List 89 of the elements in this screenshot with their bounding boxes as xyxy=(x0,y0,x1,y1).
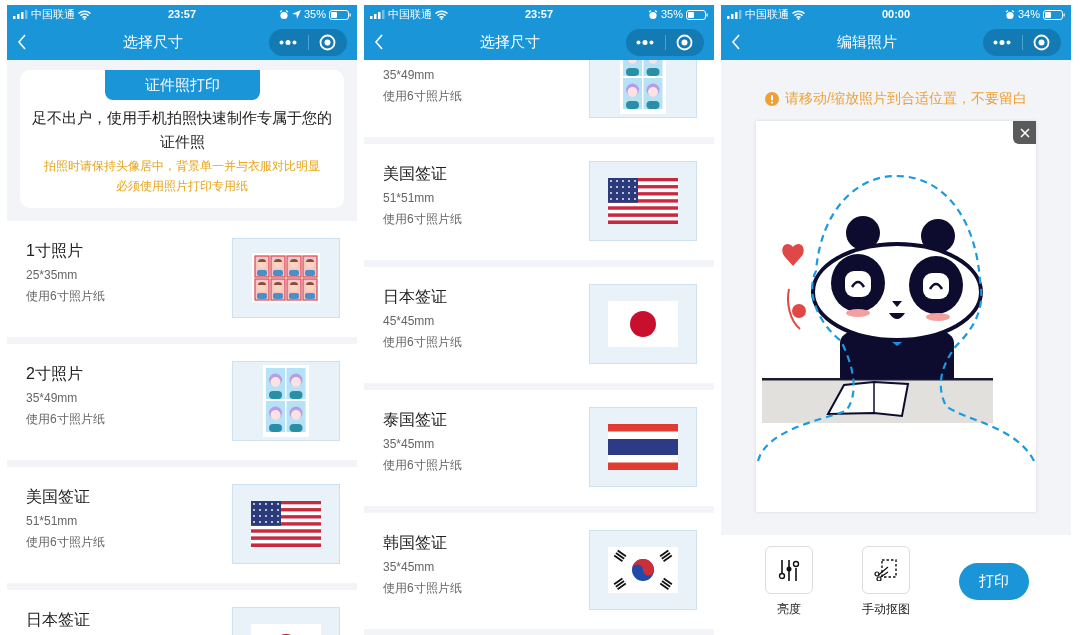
paper-note: 使用6寸照片纸 xyxy=(383,211,462,228)
paper-note: 使用6寸照片纸 xyxy=(383,580,462,597)
page-title: 编辑照片 xyxy=(836,31,898,52)
target-icon xyxy=(676,33,694,51)
wifi-icon xyxy=(792,9,805,20)
battery-icon xyxy=(686,9,708,20)
scissors-crop-icon xyxy=(874,559,898,581)
location-arrow-icon xyxy=(292,10,301,19)
wifi-icon xyxy=(435,9,448,20)
clock-time: 00:00 xyxy=(881,7,911,23)
paper-note: 使用6寸照片纸 xyxy=(383,457,462,474)
battery-icon xyxy=(1043,9,1065,20)
photo-sheet-drawing xyxy=(620,60,666,114)
flag-drawing xyxy=(608,301,678,347)
paper-note: 使用6寸照片纸 xyxy=(26,288,105,305)
list-row[interactable]: 泰国签证 35*45mm 使用6寸照片纸 xyxy=(364,390,714,506)
carrier-name: 中国联通 xyxy=(745,7,789,23)
battery-percent: 35% xyxy=(661,7,683,23)
back-icon xyxy=(374,34,384,50)
size-dimensions: 25*35mm xyxy=(26,267,79,284)
tool-label: 亮度 xyxy=(777,601,801,618)
photo-sheet-drawing xyxy=(263,365,309,437)
flag-drawing xyxy=(608,178,678,224)
size-dimensions: 35*49mm xyxy=(26,390,79,407)
size-title: 日本签证 xyxy=(383,287,448,307)
list-row[interactable]: 日本签证 xyxy=(7,590,357,635)
sliders-icon xyxy=(778,559,800,581)
list-row[interactable]: 日本签证 45*45mm 使用6寸照片纸 xyxy=(364,267,714,383)
size-title: 1寸照片 xyxy=(26,241,84,261)
photo-frame[interactable] xyxy=(756,121,1036,512)
size-dimensions: 35*45mm xyxy=(383,436,436,453)
note-line: 拍照时请保持头像居中，背景单一并与衣服对比明显 xyxy=(44,158,320,175)
size-dimensions: 35*49mm xyxy=(383,67,436,84)
alarm-icon xyxy=(279,9,289,20)
paper-note: 使用6寸照片纸 xyxy=(26,534,105,551)
close-icon xyxy=(1019,127,1030,138)
paper-note: 使用6寸照片纸 xyxy=(383,334,462,351)
carrier-name: 中国联通 xyxy=(31,7,75,23)
target-icon xyxy=(1033,33,1051,51)
battery-percent: 34% xyxy=(1018,7,1040,23)
more-icon xyxy=(993,39,1012,45)
signal-icon xyxy=(727,10,742,19)
back-icon xyxy=(17,34,27,50)
paper-note: 使用6寸照片纸 xyxy=(26,411,105,428)
back-icon xyxy=(731,34,741,50)
list-row[interactable]: 35*49mm 使用6寸照片纸 xyxy=(364,60,714,137)
size-dimensions: 51*51mm xyxy=(383,190,436,207)
size-title: 美国签证 xyxy=(383,164,448,184)
list-row[interactable]: 1寸照片 25*35mm 使用6寸照片纸 xyxy=(7,221,357,337)
target-icon xyxy=(319,33,337,51)
battery-icon xyxy=(329,9,351,20)
paper-note: 使用6寸照片纸 xyxy=(383,88,462,105)
battery-percent: 35% xyxy=(304,7,326,23)
flag-drawing xyxy=(608,424,678,470)
size-title: 泰国签证 xyxy=(383,410,448,430)
tool-button[interactable] xyxy=(862,546,910,594)
size-title: 2寸照片 xyxy=(26,364,84,384)
note-line: 必须使用照片打印专用纸 xyxy=(116,178,248,195)
flag-drawing xyxy=(608,547,678,593)
signal-icon xyxy=(370,10,385,19)
alarm-icon xyxy=(1005,9,1015,20)
close-button[interactable] xyxy=(1013,121,1036,144)
carrier-name: 中国联通 xyxy=(388,7,432,23)
tool-button[interactable] xyxy=(765,546,813,594)
flag-drawing xyxy=(251,501,321,547)
size-title: 韩国签证 xyxy=(383,533,448,553)
tool-label: 手动抠图 xyxy=(862,601,910,618)
size-dimensions: 51*51mm xyxy=(26,513,79,530)
more-icon xyxy=(279,39,298,45)
more-icon xyxy=(636,39,655,45)
size-dimensions: 35*45mm xyxy=(383,559,436,576)
warning-icon xyxy=(765,91,780,106)
signal-icon xyxy=(13,10,28,19)
page-title: 选择尺寸 xyxy=(479,31,541,52)
page-title: 选择尺寸 xyxy=(122,31,184,52)
list-row[interactable]: 美国签证 51*51mm 使用6寸照片纸 xyxy=(364,144,714,260)
clock-time: 23:57 xyxy=(167,7,197,23)
intro-text: 足不出户，使用手机拍照快速制作专属于您的证件照 xyxy=(31,108,333,152)
alarm-icon xyxy=(648,9,658,20)
size-title: 日本签证 xyxy=(26,610,90,630)
list-row[interactable]: 韩国签证 35*45mm 使用6寸照片纸 xyxy=(364,513,714,629)
clock-time: 23:57 xyxy=(524,7,554,23)
wifi-icon xyxy=(78,9,91,20)
photo-sheet-drawing xyxy=(252,253,320,303)
list-row[interactable]: 美国签证 51*51mm 使用6寸照片纸 xyxy=(7,467,357,583)
size-dimensions: 45*45mm xyxy=(383,313,436,330)
list-row[interactable]: 2寸照片 35*49mm 使用6寸照片纸 xyxy=(7,344,357,460)
size-title: 美国签证 xyxy=(26,487,91,507)
hint-text: 请移动/缩放照片到合适位置，不要留白 xyxy=(785,89,1027,108)
